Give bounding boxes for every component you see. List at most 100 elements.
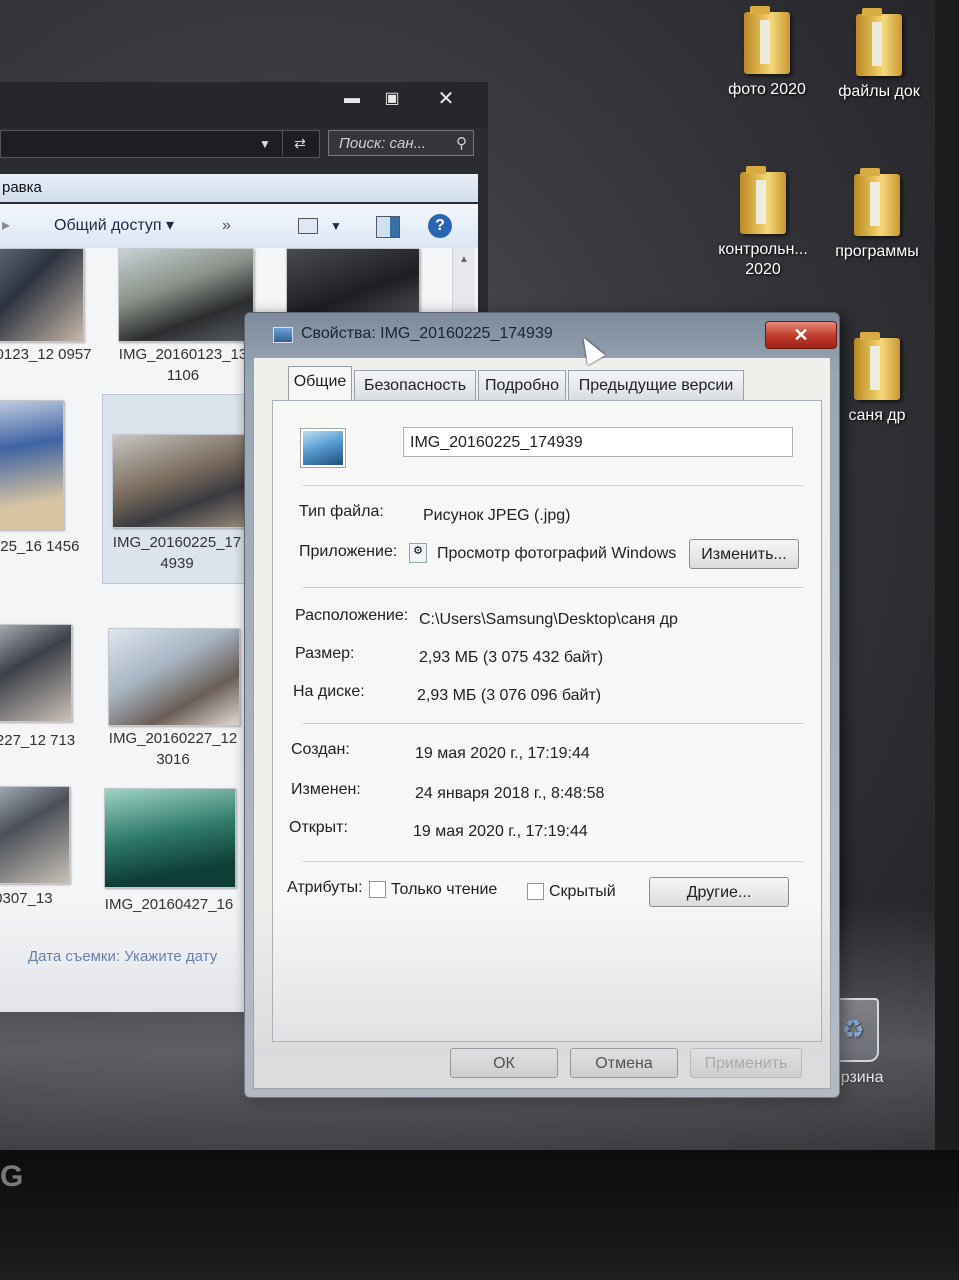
readonly-checkbox[interactable]: [369, 881, 386, 898]
monitor-bezel: [0, 1150, 959, 1280]
chevron-down-icon[interactable]: ▼: [330, 204, 342, 248]
cancel-button[interactable]: Отмена: [570, 1048, 678, 1078]
folder-icon: [854, 168, 900, 236]
details-bar: Дата съемки: Укажите дату: [28, 948, 217, 965]
photo-thumbnail[interactable]: [0, 400, 64, 530]
desktop-icon-kontrolnye[interactable]: контрольн... 2020: [708, 166, 818, 280]
desktop-icon-foto-2020[interactable]: фото 2020: [712, 6, 822, 100]
search-input[interactable]: Поиск: сан... ⚲: [328, 130, 474, 156]
photo-thumbnail[interactable]: [0, 624, 72, 722]
photo-thumbnail[interactable]: [0, 248, 84, 342]
desktop-icon-label: Корзина: [822, 1069, 884, 1086]
opened-value: 19 мая 2020 г., 17:19:44: [413, 823, 588, 840]
desktop-icon-programmy[interactable]: программы: [822, 168, 932, 262]
folder-icon: [744, 6, 790, 74]
toolbar-chevron-icon: ▸: [2, 217, 11, 234]
file-name-field[interactable]: IMG_20160225_174939: [403, 427, 793, 457]
dialog-title: Свойства: IMG_20160225_174939: [301, 325, 553, 342]
photo-thumbnail[interactable]: [118, 248, 254, 342]
properties-dialog: Свойства: IMG_20160225_174939 ✕ Общие Бе…: [244, 312, 840, 1098]
photo-thumbnail[interactable]: [108, 628, 240, 726]
modified-value: 24 января 2018 г., 8:48:58: [415, 785, 605, 802]
preview-pane-icon[interactable]: [376, 216, 400, 238]
tab-general[interactable]: Общие: [288, 366, 352, 400]
created-value: 19 мая 2020 г., 17:19:44: [415, 745, 590, 762]
date-taken-value[interactable]: Укажите дату: [124, 948, 217, 965]
share-button[interactable]: Общий доступ ▾: [54, 204, 174, 248]
menu-item-help[interactable]: равка: [2, 179, 42, 196]
size-value: 2,93 МБ (3 075 432 байт): [419, 649, 604, 666]
dialog-body: Общие Безопасность Подробно Предыдущие в…: [253, 357, 831, 1089]
hidden-checkbox[interactable]: [527, 883, 544, 900]
file-type-value: Рисунок JPEG (.jpg): [423, 507, 571, 524]
thumbnail-caption[interactable]: IMG_20160123_13 1106: [108, 344, 258, 386]
minimize-icon[interactable]: ▬: [334, 88, 370, 110]
ok-button[interactable]: ОК: [450, 1048, 558, 1078]
location-value: C:\Users\Samsung\Desktop\саня др: [419, 611, 678, 628]
desktop-icon-label: файлы док: [838, 83, 920, 100]
separator: [303, 485, 803, 486]
separator: [303, 587, 803, 588]
thumbnail-caption[interactable]: IMG_20160225_17 4939: [102, 532, 252, 574]
search-placeholder: Поиск: сан...: [339, 135, 427, 152]
separator: [303, 723, 803, 724]
monitor-screen: фото 2020 файлы док контрольн... 2020 пр…: [0, 0, 935, 1150]
other-attributes-button[interactable]: Другие...: [649, 877, 789, 907]
hidden-label[interactable]: Скрытый: [549, 883, 616, 901]
attributes-label: Атрибуты:: [287, 879, 363, 896]
app-label: Приложение:: [299, 543, 398, 560]
on-disk-label: На диске:: [293, 683, 365, 700]
refresh-icon[interactable]: ⇄: [282, 130, 317, 156]
image-file-icon: [301, 429, 345, 467]
thumbnail-caption[interactable]: 0160225_16 1456: [0, 536, 94, 557]
close-button[interactable]: ✕: [765, 321, 837, 349]
thumbnail-caption[interactable]: IMG_20160227_12 3016: [98, 728, 248, 770]
search-icon[interactable]: ⚲: [456, 131, 467, 157]
desktop-icon-label: контрольн... 2020: [718, 241, 808, 278]
modified-label: Изменен:: [291, 781, 361, 798]
change-button[interactable]: Изменить...: [689, 539, 799, 569]
view-icon[interactable]: [298, 218, 318, 234]
thumbnail-caption[interactable]: 0160123_12 0957: [0, 344, 106, 365]
photo-thumbnail[interactable]: [104, 788, 236, 888]
readonly-label[interactable]: Только чтение: [391, 881, 497, 899]
desktop-icon-faily-dok[interactable]: файлы док: [824, 8, 934, 102]
app-value: Просмотр фотографий Windows: [437, 545, 677, 562]
menu-bar: равка: [0, 174, 478, 202]
tab-panel-general: IMG_20160225_174939 Тип файла: Рисунок J…: [272, 400, 822, 1042]
tab-security[interactable]: Безопасность: [354, 370, 476, 400]
date-taken-label: Дата съемки:: [28, 948, 121, 965]
address-bar[interactable]: ▼: [0, 130, 320, 158]
file-type-label: Тип файла:: [299, 503, 384, 520]
apply-button[interactable]: Применить: [690, 1048, 802, 1078]
scroll-up-icon[interactable]: ▲: [453, 254, 475, 265]
desktop-icon-label: саня др: [848, 407, 906, 424]
help-icon[interactable]: ?: [428, 214, 452, 238]
thumbnail-caption[interactable]: 160307_13: [0, 888, 90, 909]
monitor-brand-logo: G: [0, 1160, 26, 1193]
recycle-bin-icon: ♻: [827, 998, 879, 1062]
created-label: Создан:: [291, 741, 350, 758]
maximize-icon[interactable]: ▣: [374, 88, 410, 110]
folder-icon: [740, 166, 786, 234]
desktop-icon-recycle-bin[interactable]: ♻ Корзина: [798, 998, 908, 1088]
on-disk-value: 2,93 МБ (3 076 096 байт): [417, 687, 602, 704]
close-icon[interactable]: ✕: [428, 88, 464, 110]
thumbnail-caption[interactable]: 160227_12 713: [0, 730, 98, 751]
folder-icon: [854, 332, 900, 400]
opened-label: Открыт:: [289, 819, 348, 836]
explorer-titlebar[interactable]: ▬ ▣ ✕: [0, 82, 488, 128]
toolbar-more-button[interactable]: »: [222, 204, 231, 248]
desktop-icon-label: фото 2020: [728, 81, 806, 98]
desktop-icon-label: программы: [835, 243, 919, 260]
tab-details[interactable]: Подробно: [478, 370, 566, 400]
tab-previous-versions[interactable]: Предыдущие версии: [568, 370, 744, 400]
folder-icon: [856, 8, 902, 76]
chevron-down-icon[interactable]: ▼: [259, 131, 271, 157]
photo-viewer-icon: ⚙: [409, 543, 427, 563]
separator: [303, 861, 803, 862]
explorer-toolbar: ▸ Общий доступ ▾ » ▼ ?: [0, 204, 478, 249]
photo-thumbnail[interactable]: [112, 434, 248, 528]
photo-thumbnail[interactable]: [0, 786, 70, 884]
thumbnail-caption[interactable]: IMG_20160427_16: [94, 894, 244, 915]
